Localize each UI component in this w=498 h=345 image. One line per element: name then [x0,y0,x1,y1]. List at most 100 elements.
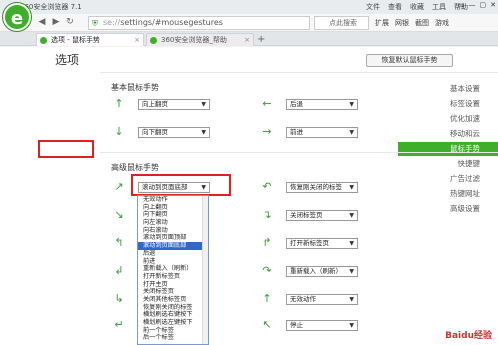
tab-settings[interactable]: 选项 - 鼠标手势 × [36,33,144,46]
select-value: 前进 [290,128,303,136]
search-placeholder: 点此搜索 [329,19,357,27]
games-button[interactable]: 游戏 [435,18,449,28]
dropdown-option[interactable]: 关闭标签页 [138,288,208,296]
dropdown-option[interactable]: 关闭其他标签页 [138,296,208,304]
dropdown-arrow-icon: ▼ [349,101,354,108]
close-icon[interactable]: ✕ [490,1,496,9]
gesture-curve-left-icon: ↶ [262,180,272,193]
title-bar: 360安全浏览器 7.1 文件 查看 收藏 工具 帮助 ▭ — ▢ ✕ [0,0,498,14]
sidebar [0,47,100,345]
sidebar-item-mouse-gestures[interactable]: 鼠标手势 [398,142,498,156]
dropdown-arrow-icon: ▼ [201,101,206,108]
tab-label: 选项 - 鼠标手势 [51,36,100,44]
tab-bar: 选项 - 鼠标手势 × 360安全浏览器_帮助 × + [0,32,498,46]
dropdown-option[interactable]: 重新载入（刷新） [138,265,208,273]
dropdown-arrow-icon: ▼ [349,129,354,136]
divider [100,152,498,153]
select-value: 向下翻页 [142,128,168,136]
address-bar[interactable]: ⛨ se://settings/#mousegestures [88,16,310,30]
basic-gestures-title: 基本鼠标手势 [111,83,159,92]
restore-defaults-button[interactable]: 恢复默认鼠标手势 [366,54,453,67]
gesture-up-icon: ↑ [114,97,124,110]
dropdown-arrow-icon: ▼ [349,322,354,329]
gesture-select[interactable]: 向上翻页 ▼ [138,99,210,110]
screenshot-button[interactable]: 截图 [415,18,429,28]
minimize-icon[interactable]: — [469,1,476,9]
highlight-box [131,174,231,196]
sidebar-item-mobile-cloud[interactable]: 移动和云 [398,127,498,141]
sidebar-item-advanced[interactable]: 高级设置 [398,202,498,216]
gesture-down-left-icon: ↲ [114,264,124,277]
gesture-down-right-icon: ↘ [114,208,124,221]
gesture-up-right-icon: ↗ [114,180,124,193]
shield-icon: ⛨ [92,19,98,28]
gesture-left-icon: ← [262,97,272,110]
refresh-icon[interactable]: ↻ [64,16,76,28]
dropdown-option[interactable]: 打开新标签页 [138,273,208,281]
dropdown-option[interactable]: 向下翻页 [138,211,208,219]
url-path: settings/#mousegestures [120,18,223,27]
window-controls: ▭ — ▢ ✕ [458,1,496,9]
gesture-down-return-icon: ↴ [262,208,272,221]
select-value: 关闭标签页 [290,211,323,219]
menu-file[interactable]: 文件 [366,2,380,12]
tab-close-icon[interactable]: × [244,34,250,47]
gesture-select[interactable]: 无效动作 ▼ [286,294,358,305]
watermark: Baidu经验 [445,331,492,341]
dropdown-arrow-icon: ▼ [349,268,354,275]
select-value: 无效动作 [290,295,316,303]
dropdown-scrollbar[interactable] [202,196,208,344]
extensions-button[interactable]: 扩展 [375,18,389,28]
tab-help[interactable]: 360安全浏览器_帮助 × [146,33,254,46]
select-value: 后退 [290,100,303,108]
select-value: 向上翻页 [142,100,168,108]
restore-window-icon[interactable]: ▭ [458,1,465,9]
dropdown-arrow-icon: ▼ [201,129,206,136]
gesture-select[interactable]: 重新载入（刷新） ▼ [286,266,358,277]
search-input[interactable]: 点此搜索 [314,16,369,30]
gesture-dropdown-list[interactable]: 无效动作 向上翻页 向下翻页 向左滚动 向右滚动 滚动到页面顶部 滚动到页面底部 后退 前进 重新… [137,195,209,345]
dropdown-option[interactable]: 横划刷选左键按下 [138,319,208,327]
sidebar-item-basic[interactable]: 基本设置 [398,82,498,96]
gesture-select[interactable]: 向下翻页 ▼ [138,127,210,138]
tab-favicon-icon [40,37,47,44]
divider [100,72,498,73]
sidebar-item-shortcuts[interactable]: 快捷键 [398,157,498,171]
gesture-select[interactable]: 停止 ▼ [286,320,358,331]
gesture-select[interactable]: 打开新标签页 ▼ [286,238,358,249]
maximize-icon[interactable]: ▢ [480,1,487,9]
new-tab-icon[interactable]: + [257,34,265,45]
dropdown-option[interactable]: 向左滚动 [138,219,208,227]
sidebar-item-adblock[interactable]: 广告过滤 [398,172,498,186]
bank-button[interactable]: 网银 [395,18,409,28]
select-value: 重新载入（刷新） [290,267,342,275]
select-value: 打开新标签页 [290,239,329,247]
dropdown-option[interactable]: 后退 [138,250,208,258]
sidebar-item-hotkey-urls[interactable]: 热键网址 [398,187,498,201]
sidebar-item-tabs[interactable]: 标签设置 [398,97,498,111]
dropdown-option[interactable]: 滚动到页面顶部 [138,234,208,242]
menu-tools[interactable]: 工具 [432,2,446,12]
advanced-gestures-title: 高级鼠标手势 [111,163,159,172]
dropdown-arrow-icon: ▼ [349,212,354,219]
highlight-box [38,140,94,158]
tab-close-icon[interactable]: × [134,34,140,47]
gesture-select[interactable]: 关闭标签页 ▼ [286,210,358,221]
dropdown-arrow-icon: ▼ [349,184,354,191]
gesture-up-left-icon: ↰ [114,236,124,249]
gesture-select[interactable]: 后退 ▼ [286,99,358,110]
toolbar: 扩展 网银 截图 游戏 [375,18,449,28]
gesture-select[interactable]: 前进 ▼ [286,127,358,138]
sidebar-item-optimize[interactable]: 优化加速 [398,112,498,126]
back-icon[interactable]: ◀ [36,16,48,28]
dropdown-items: 无效动作 向上翻页 向下翻页 向左滚动 向右滚动 滚动到页面顶部 滚动到页面底部 后退 前进 重新… [138,196,208,342]
dropdown-option[interactable]: 后一个标签 [138,334,208,342]
gesture-select[interactable]: 恢复刚关闭的标签 ▼ [286,182,358,193]
menu-view[interactable]: 查看 [388,2,402,12]
forward-icon[interactable]: ▶ [50,16,62,28]
dropdown-option[interactable]: 滚动到页面底部 [138,242,208,250]
tab-label: 360安全浏览器_帮助 [161,36,227,44]
menu-favorites[interactable]: 收藏 [410,2,424,12]
dropdown-option[interactable]: 横划刷选右键按下 [138,311,208,319]
dropdown-option[interactable]: 无效动作 [138,196,208,204]
